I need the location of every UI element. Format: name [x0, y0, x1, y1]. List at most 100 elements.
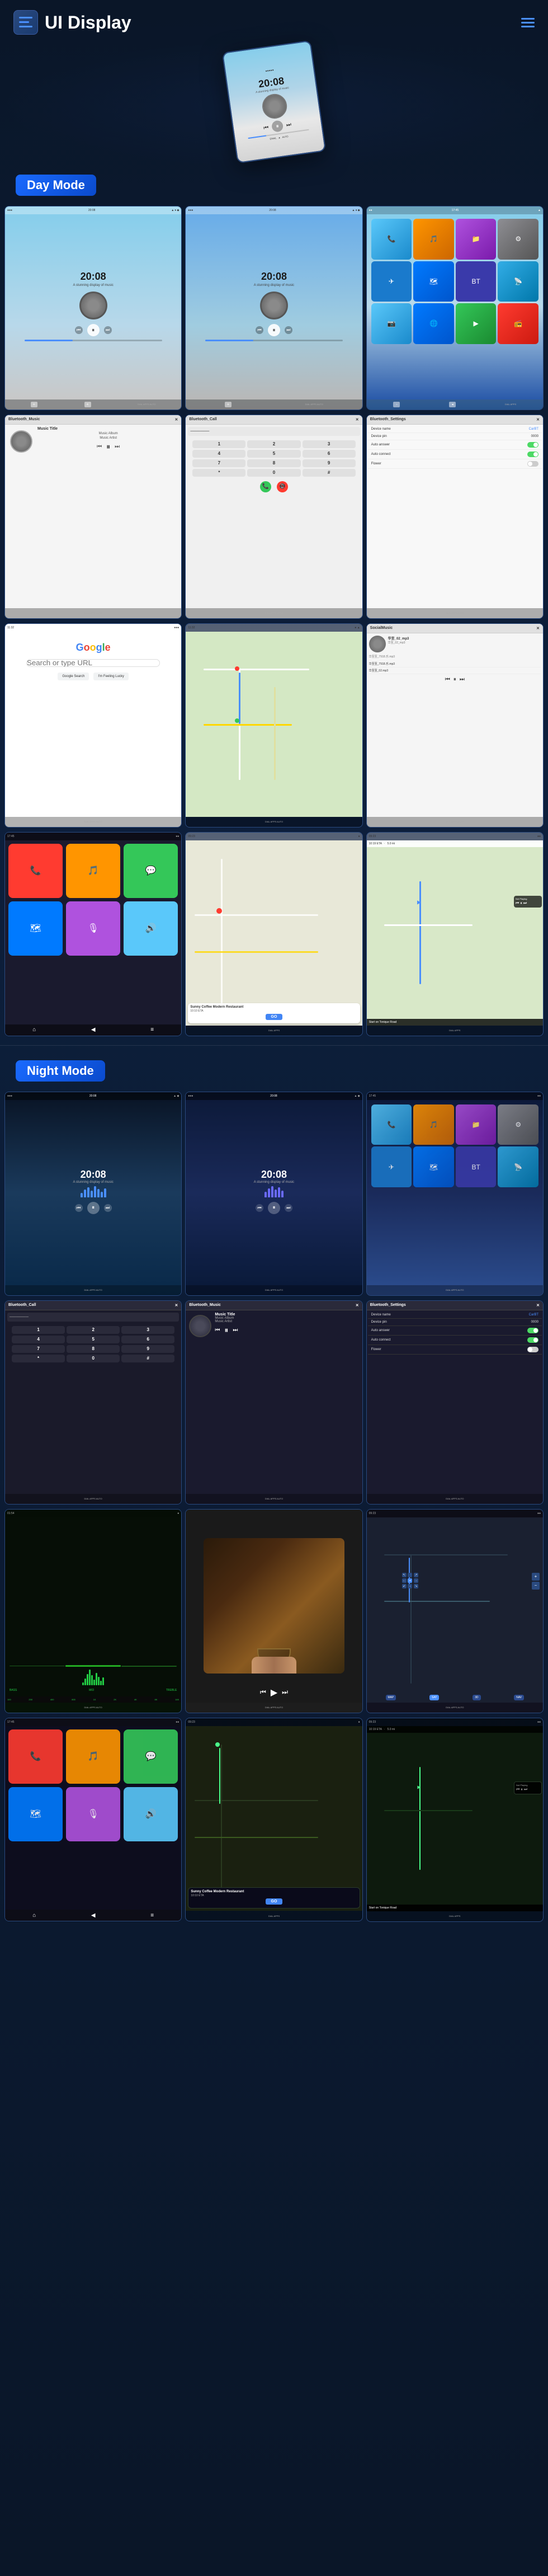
close-icon[interactable]: ✕ — [174, 1303, 178, 1308]
carplay-home-night[interactable]: ⌂ — [32, 1912, 36, 1919]
key-7[interactable]: 7 — [192, 459, 245, 467]
nav-next[interactable]: ⏭ — [523, 901, 527, 906]
home-icon[interactable]: ⌂ — [393, 402, 400, 407]
map-btn-3[interactable]: 3D — [473, 1695, 480, 1700]
siri-app-night[interactable]: 🔊 — [124, 1787, 178, 1841]
play-btn[interactable]: ⏸ — [224, 1325, 228, 1335]
maps-app[interactable]: 🗺 — [8, 901, 63, 956]
close-icon[interactable]: ✕ — [536, 1303, 540, 1308]
nav-next-night[interactable]: ⏭ — [524, 1788, 527, 1792]
app-icon[interactable]: 📡 — [498, 261, 538, 302]
key-7[interactable]: 7 — [12, 1345, 65, 1353]
siri-app[interactable]: 🔊 — [124, 901, 178, 956]
next-btn[interactable]: ⏭ — [233, 1327, 238, 1333]
play-btn[interactable]: ⏸ — [87, 1202, 100, 1214]
app-icon[interactable]: 📞 — [371, 1104, 412, 1145]
key-2[interactable]: 2 — [247, 440, 300, 448]
go-button[interactable]: GO — [266, 1014, 283, 1020]
nav-prev-night[interactable]: ⏮ — [516, 1788, 519, 1792]
feeling-lucky-btn[interactable]: I'm Feeling Lucky — [93, 673, 129, 680]
maps-app-night[interactable]: 🗺 — [8, 1787, 63, 1841]
nav-prev[interactable]: ⏮ — [516, 901, 519, 906]
call-btn[interactable]: 📞 — [260, 481, 271, 492]
carplay-menu[interactable]: ≡ — [150, 1027, 154, 1033]
nav-right[interactable]: → — [414, 1578, 418, 1583]
prev-btn[interactable]: ⏮ — [256, 326, 263, 334]
map-btn-2[interactable]: SAT — [429, 1695, 439, 1700]
play-btn[interactable]: ⏸ — [87, 324, 100, 336]
carplay-back[interactable]: ◀ — [91, 1027, 96, 1033]
app-icon[interactable]: BT — [456, 1146, 497, 1187]
next-btn[interactable]: ⏭ — [104, 326, 112, 334]
key-8[interactable]: 8 — [67, 1345, 120, 1353]
app-icon[interactable]: ⚙ — [498, 219, 538, 260]
nav-up-right[interactable]: ↗ — [414, 1573, 418, 1577]
nav-up[interactable]: ↑ — [408, 1573, 412, 1577]
bt-close[interactable]: ✕ — [356, 417, 359, 422]
map-btn-1[interactable]: MAP — [386, 1695, 396, 1700]
next-btn[interactable]: ⏭ — [285, 1204, 292, 1212]
app-icon[interactable]: 📁 — [456, 1104, 497, 1145]
podcast-app[interactable]: 🎙 — [66, 901, 120, 956]
back-icon[interactable]: ◀ — [449, 402, 456, 407]
end-btn[interactable]: 📵 — [277, 481, 288, 492]
zoom-in[interactable]: + — [532, 1573, 540, 1581]
google-search-input[interactable] — [26, 659, 160, 667]
video-prev[interactable]: ⏮ — [260, 1688, 266, 1696]
app-icon[interactable]: 🎵 — [413, 1104, 454, 1145]
nav-down-left[interactable]: ↙ — [402, 1584, 407, 1588]
next-btn[interactable]: ⏭ — [460, 676, 465, 683]
app-icon[interactable]: ▶ — [456, 303, 497, 344]
play-btn[interactable]: ⏸ — [268, 1202, 280, 1214]
zoom-out[interactable]: − — [532, 1582, 540, 1590]
carplay-back-night[interactable]: ◀ — [91, 1912, 96, 1919]
auto-connect-toggle[interactable] — [527, 452, 538, 457]
google-search-btn[interactable]: Google Search — [58, 673, 89, 680]
key-2[interactable]: 2 — [67, 1326, 120, 1334]
carplay-home[interactable]: ⌂ — [32, 1027, 36, 1033]
go-button-night[interactable]: GO — [266, 1898, 283, 1905]
flower-toggle-night[interactable] — [527, 1347, 538, 1352]
app-icon[interactable]: 📁 — [456, 219, 497, 260]
settings-icon[interactable]: ⚙ — [84, 402, 91, 407]
prev-btn[interactable]: ⏮ — [445, 676, 450, 683]
flower-toggle[interactable] — [527, 461, 538, 467]
bt-close[interactable]: ✕ — [174, 417, 178, 422]
key-5[interactable]: 5 — [67, 1336, 120, 1343]
prev-btn[interactable]: ⏮ — [256, 1204, 263, 1212]
prev-btn[interactable]: ⏮ — [75, 1204, 83, 1212]
email-icon[interactable]: ✉ — [225, 402, 232, 407]
next-btn[interactable]: ⏭ — [104, 1204, 112, 1212]
messages-app[interactable]: 💬 — [124, 844, 178, 898]
key-5[interactable]: 5 — [247, 450, 300, 458]
progress-bar[interactable] — [25, 340, 162, 341]
video-play[interactable]: ▶ — [271, 1687, 277, 1698]
key-0[interactable]: 0 — [67, 1355, 120, 1362]
prev-btn[interactable]: ⏮ — [75, 326, 83, 334]
key-9[interactable]: 9 — [121, 1345, 174, 1353]
music-app[interactable]: 🎵 — [66, 844, 120, 898]
key-3[interactable]: 3 — [121, 1326, 174, 1334]
play-btn[interactable]: ⏸ — [268, 324, 280, 336]
phone-app-night[interactable]: 📞 — [8, 1729, 63, 1784]
nav-play-night[interactable]: ⏸ — [521, 1788, 523, 1792]
app-icon[interactable]: ✈ — [371, 1146, 412, 1187]
app-icon[interactable]: ⚙ — [498, 1104, 538, 1145]
podcast-app-night[interactable]: 🎙 — [66, 1787, 120, 1841]
nav-down-right[interactable]: ↘ — [414, 1584, 418, 1588]
auto-answer-toggle-night[interactable] — [527, 1328, 538, 1333]
next-btn[interactable]: ⏭ — [285, 326, 292, 334]
video-next[interactable]: ⏭ — [282, 1688, 288, 1696]
nav-center[interactable]: ● — [408, 1578, 412, 1583]
map-btn-4[interactable]: NAV — [514, 1695, 524, 1700]
progress-bar[interactable] — [205, 340, 343, 341]
app-icon[interactable]: 🎵 — [413, 219, 454, 260]
close-icon[interactable]: ✕ — [536, 626, 540, 631]
key-hash[interactable]: # — [303, 469, 356, 477]
auto-answer-toggle[interactable] — [527, 442, 538, 448]
key-3[interactable]: 3 — [303, 440, 356, 448]
nav-left[interactable]: ← — [402, 1578, 407, 1583]
nav-play[interactable]: ⏸ — [520, 901, 522, 906]
nav-up-left[interactable]: ↖ — [402, 1573, 407, 1577]
bt-close[interactable]: ✕ — [536, 417, 540, 422]
